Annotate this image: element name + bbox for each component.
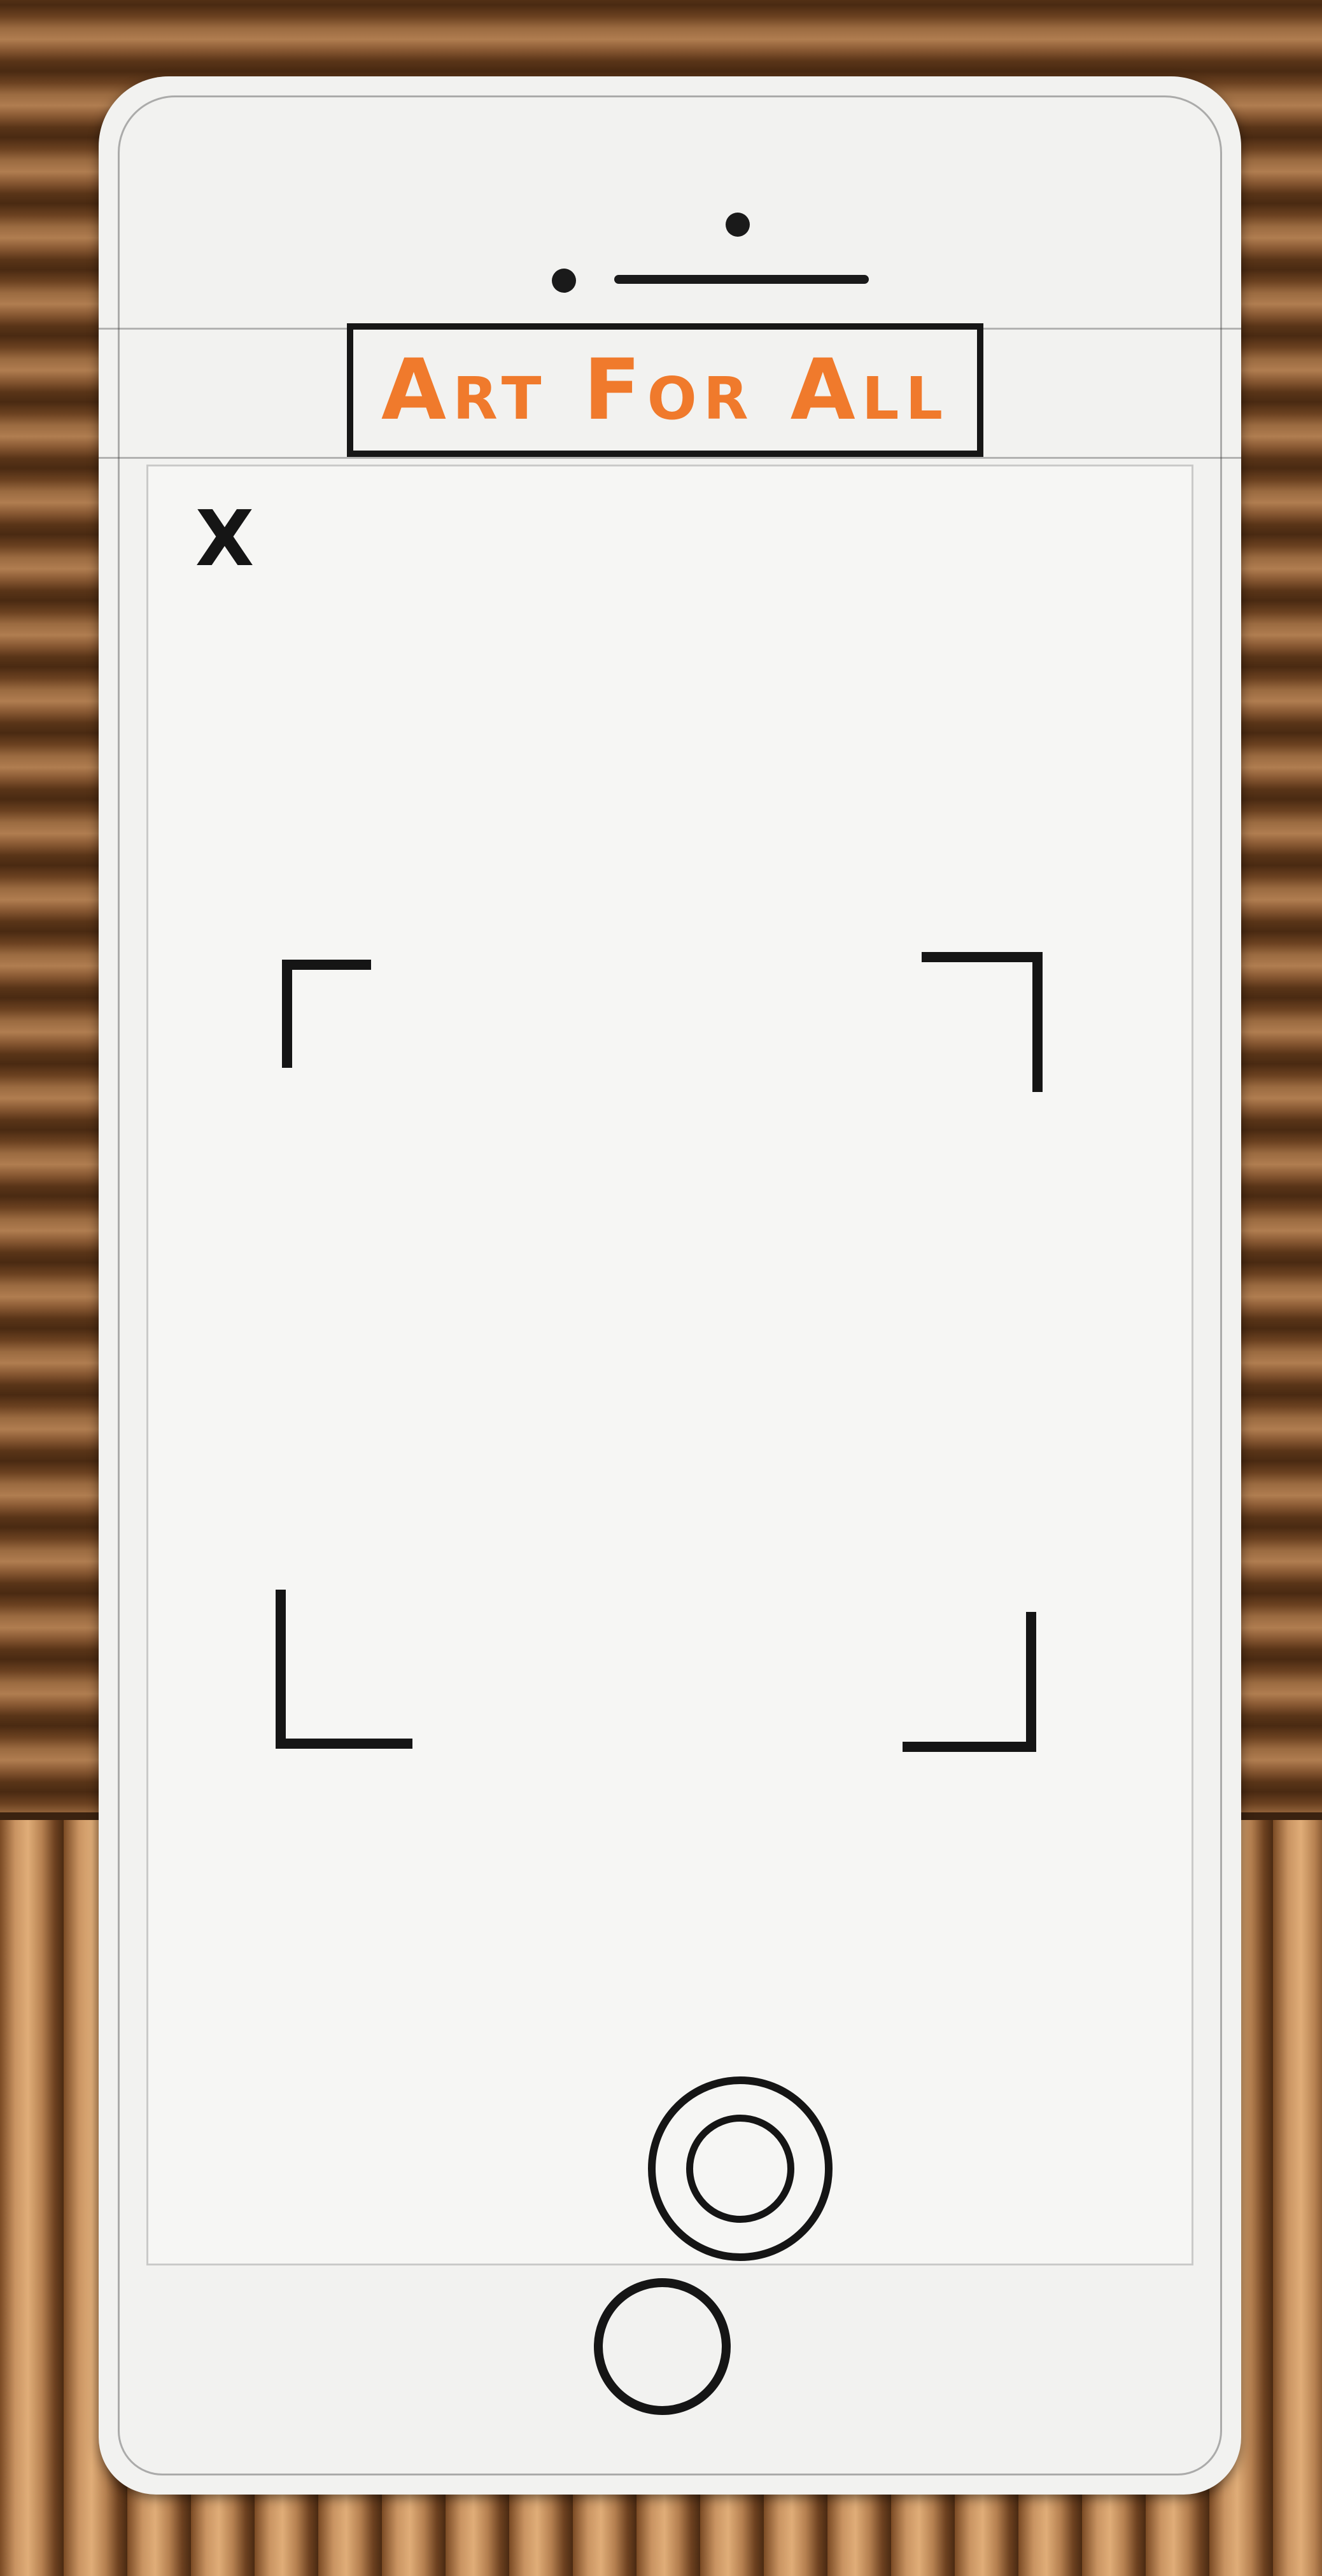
- viewfinder-corner-top-left: [282, 960, 371, 1068]
- viewfinder-corner-bottom-right: [903, 1612, 1036, 1752]
- sensor-icon: [552, 269, 576, 293]
- close-button[interactable]: X: [186, 501, 263, 578]
- shutter-button-icon: [686, 2115, 794, 2223]
- viewfinder-corner-top-right: [922, 952, 1043, 1092]
- front-camera-icon: [726, 213, 750, 237]
- camera-viewfinder-screen: X: [146, 465, 1193, 2265]
- viewfinder-corner-bottom-left: [276, 1590, 412, 1749]
- speaker-grille: [614, 275, 869, 284]
- app-title: Art For All: [347, 323, 983, 457]
- shutter-button[interactable]: [648, 2076, 833, 2261]
- home-button[interactable]: [594, 2278, 731, 2415]
- phone-frame: Art For All X: [99, 76, 1241, 2495]
- close-icon: X: [195, 495, 255, 584]
